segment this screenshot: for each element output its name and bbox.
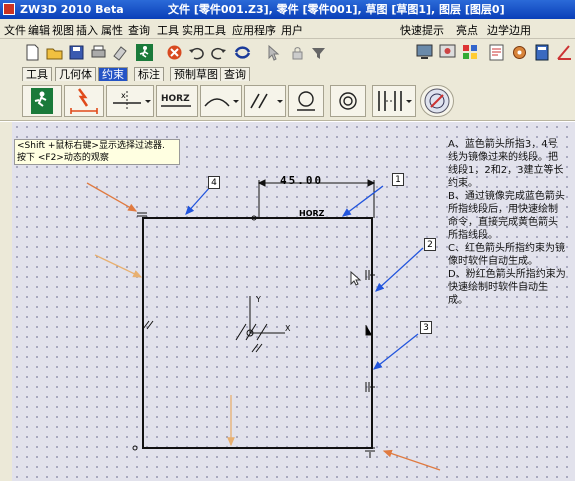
constraint-mark-d	[365, 382, 375, 392]
hint-line-2: 按下 <F2>动态的观察	[17, 153, 109, 163]
hint-line-1: <Shift +鼠标右键>显示选择过滤器.	[17, 141, 165, 151]
note-b: B、通过镜像完成蓝色箭头所指线段后，用快速绘制命令，直接完成黄色箭头所指线段。	[448, 191, 565, 241]
constraint-mark-c	[365, 270, 375, 280]
axis-x-label: X	[285, 324, 291, 333]
mouse-cursor-icon	[350, 270, 362, 286]
blue-arrow-4	[185, 185, 212, 215]
callout-3: 3	[420, 321, 432, 334]
sym-marks	[235, 323, 268, 341]
horz-constraint-tag[interactable]: HORZ	[299, 209, 324, 218]
parallel-mark-left	[142, 320, 154, 330]
blue-arrow-3	[372, 333, 419, 370]
axis-y-label: Y	[255, 295, 261, 304]
selection-hint-tooltip: <Shift +鼠标右键>显示选择过滤器. 按下 <F2>动态的观察	[14, 139, 180, 165]
note-c: C、红色箭头所指约束为镜像时软件自动生成。	[448, 243, 565, 267]
annotation-notes: A、蓝色箭头所指3，4号线为镜像过来的线段。把线段1，2和2，3建立等长约束。 …	[448, 138, 566, 307]
callout-2: 2	[424, 238, 436, 251]
orange-arrow-bottom	[382, 449, 441, 471]
callout-4: 4	[208, 176, 220, 189]
note-d: D、粉红色箭头所指约束为快速绘制时软件自动生成。	[448, 269, 566, 306]
note-a: A、蓝色箭头所指3，4号线为镜像过来的线段。把线段1，2和2，3建立等长约束。	[448, 139, 564, 189]
orange-arrow-top	[86, 182, 138, 212]
blue-arrow-1	[341, 185, 384, 217]
constraint-mark-a	[137, 212, 147, 217]
yellow-arrow-left	[94, 254, 143, 278]
callout-1: 1	[392, 173, 404, 186]
blue-arrow-2	[375, 247, 424, 292]
dimension-label[interactable]: 45.00	[280, 174, 323, 187]
parallel-mark-mid	[251, 343, 263, 353]
constraint-mark-b	[365, 447, 375, 458]
